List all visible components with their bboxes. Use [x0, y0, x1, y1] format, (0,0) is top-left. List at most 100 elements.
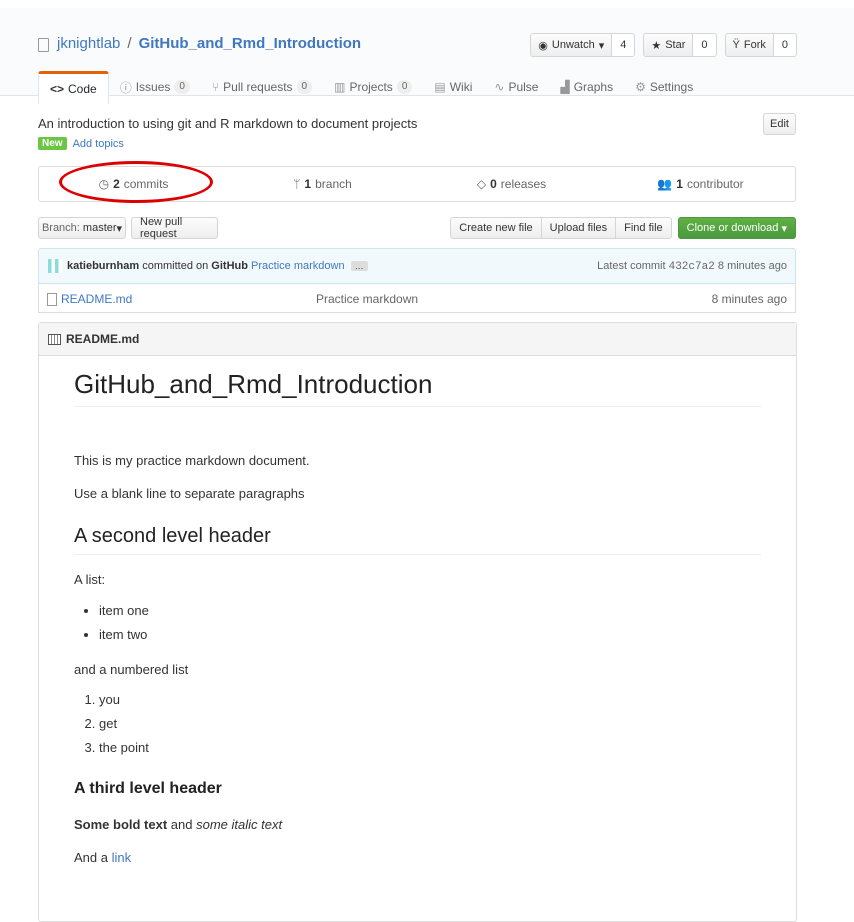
pulse-icon: ∿ — [494, 80, 505, 94]
releases-count: 0 — [490, 177, 497, 191]
readme-h3: A third level header — [74, 780, 222, 797]
repo-summary-bar: ◷ 2 commits ᛘ 1 branch ◇ 0 releases 👥 1 … — [38, 166, 796, 202]
tab-graphs[interactable]: ▟ Graphs — [549, 71, 624, 103]
readme-paragraph: Use a blank line to separate paragraphs — [74, 486, 305, 501]
people-icon: 👥 — [657, 177, 673, 191]
tab-label: Pulse — [508, 80, 539, 94]
latest-commit-info: Latest commit 432c7a2 8 minutes ago — [597, 260, 787, 273]
file-actions: Create new file Upload files Find file C… — [450, 217, 796, 239]
list-item: item one — [99, 602, 149, 626]
code-icon: <> — [50, 81, 65, 96]
book-icon: ▤ — [434, 80, 446, 94]
avatar[interactable] — [48, 259, 62, 273]
repo-actions: ◉ Unwatch ▾ 4 ★ Star 0 Ÿ Fork 0 — [530, 33, 797, 57]
repo-description: An introduction to using git and R markd… — [38, 116, 418, 131]
star-button[interactable]: ★ Star — [644, 34, 694, 56]
repo-owner-link[interactable]: jknightlab — [57, 35, 120, 52]
find-file-button[interactable]: Find file — [615, 217, 672, 239]
contributor-label: contributor — [686, 177, 744, 191]
fork-button[interactable]: Ÿ Fork — [725, 34, 774, 56]
file-navigation: Branch: master ▾ New pull request Create… — [38, 216, 796, 240]
list-item: the point — [99, 739, 149, 763]
releases-summary[interactable]: ◇ 0 releases — [417, 167, 606, 201]
readme-paragraph: This is my practice markdown document. — [74, 453, 310, 468]
eye-icon: ◉ — [538, 39, 548, 52]
readme-title: README.md — [66, 332, 140, 346]
branch-summary[interactable]: ᛘ 1 branch — [228, 167, 417, 201]
star-label: Star — [665, 39, 686, 51]
latest-commit-bar: katieburnham committed on GitHub Practic… — [38, 248, 796, 284]
unwatch-button[interactable]: ◉ Unwatch ▾ — [531, 34, 613, 56]
commit-author-link[interactable]: katieburnham — [67, 260, 139, 272]
numbered-list: you get the point — [74, 691, 149, 763]
upload-files-button[interactable]: Upload files — [540, 217, 617, 239]
project-icon: ▥ — [334, 80, 346, 94]
committed-on-label: committed on — [142, 260, 209, 272]
commit-platform: GitHub — [211, 260, 248, 272]
unwatch-label: Unwatch — [551, 39, 595, 51]
tab-settings[interactable]: ⚙ Settings — [624, 71, 704, 103]
readme-paragraph: And a link — [74, 850, 131, 865]
issue-icon: ⓘ — [119, 80, 132, 95]
tab-wiki[interactable]: ▤ Wiki — [423, 71, 483, 103]
tab-pull-requests[interactable]: ⑂ Pull requests 0 — [201, 71, 323, 103]
pull-requests-count: 0 — [296, 80, 313, 94]
new-badge: New — [38, 137, 67, 150]
fork-icon: Ÿ — [732, 39, 740, 51]
contributors-summary[interactable]: 👥 1 contributor — [606, 167, 795, 201]
tab-label: Graphs — [573, 80, 614, 94]
commit-message-link[interactable]: Practice markdown — [251, 260, 345, 272]
star-count[interactable]: 0 — [693, 34, 716, 56]
tab-label: Pull requests — [223, 80, 293, 94]
list-item: you — [99, 691, 149, 715]
tab-code[interactable]: <> Code — [38, 71, 109, 104]
branch-select[interactable]: Branch: master ▾ — [38, 217, 126, 239]
pull-request-icon: ⑂ — [211, 80, 220, 94]
edit-description-button[interactable]: Edit — [763, 113, 796, 135]
latest-commit-label: Latest commit — [597, 260, 666, 272]
commit-age: 8 minutes ago — [717, 260, 787, 272]
repo-title: jknightlab / GitHub_and_Rmd_Introduction — [38, 35, 361, 52]
star-icon: ★ — [651, 39, 662, 52]
topics-row: New Add topics — [38, 137, 124, 150]
fork-count[interactable]: 0 — [773, 34, 796, 56]
commit-expand-button[interactable]: … — [350, 261, 368, 271]
tab-label: Settings — [649, 80, 694, 94]
star-button-group: ★ Star 0 — [643, 33, 717, 57]
file-commit-message[interactable]: Practice markdown — [316, 292, 418, 306]
commits-label: commits — [123, 177, 169, 191]
add-topics-link[interactable]: Add topics — [73, 138, 124, 150]
readme-link[interactable]: link — [112, 850, 132, 865]
branch-icon: ᛘ — [293, 177, 301, 191]
chevron-down-icon: ▾ — [116, 222, 123, 235]
file-name-link[interactable]: README.md — [47, 292, 132, 306]
create-new-file-button[interactable]: Create new file — [450, 217, 542, 239]
new-pull-request-button[interactable]: New pull request — [131, 216, 218, 240]
list-item: get — [99, 715, 149, 739]
file-age: 8 minutes ago — [711, 292, 787, 306]
tab-pulse[interactable]: ∿ Pulse — [483, 71, 549, 103]
branch-count: 1 — [304, 177, 312, 191]
commit-sha-link[interactable]: 432c7a2 — [669, 261, 715, 273]
commits-count: 2 — [113, 177, 120, 191]
branch-prefix: Branch: — [41, 222, 80, 234]
tab-projects[interactable]: ▥ Projects 0 — [323, 71, 423, 103]
commits-summary[interactable]: ◷ 2 commits — [39, 167, 228, 201]
repo-name-link[interactable]: GitHub_and_Rmd_Introduction — [139, 35, 362, 52]
repo-icon — [38, 37, 49, 52]
watch-count[interactable]: 4 — [612, 34, 635, 56]
watch-button-group: ◉ Unwatch ▾ 4 — [530, 33, 636, 57]
chevron-down-icon: ▾ — [781, 222, 787, 235]
file-icon — [47, 292, 57, 306]
readme-paragraph: and a numbered list — [74, 662, 189, 677]
bullet-list: item one item two — [74, 602, 149, 650]
releases-label: releases — [500, 177, 547, 191]
readme-paragraph: A list: — [74, 572, 106, 587]
tab-issues[interactable]: ⓘ Issues 0 — [109, 71, 201, 103]
readme-h1: GitHub_and_Rmd_Introduction — [74, 369, 761, 407]
issues-count: 0 — [174, 80, 190, 94]
tab-label: Issues — [135, 80, 171, 94]
bold-text: Some bold text — [74, 817, 168, 832]
clone-or-download-button[interactable]: Clone or download ▾ — [677, 217, 796, 239]
readme-paragraph: Some bold text and some italic text — [74, 817, 282, 832]
